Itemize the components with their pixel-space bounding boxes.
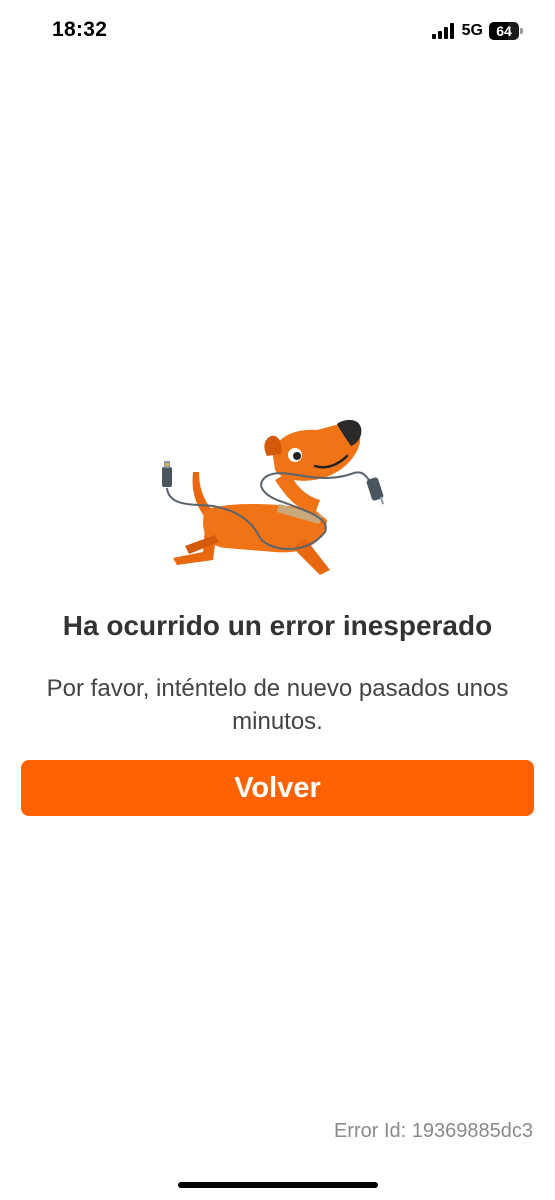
dog-with-cable-illustration — [162, 419, 385, 575]
battery-icon: 64 — [489, 22, 523, 40]
power-plug-icon — [366, 477, 385, 505]
status-time: 18:32 — [52, 18, 108, 41]
status-indicators: 5G 64 — [431, 20, 523, 42]
home-indicator[interactable] — [178, 1182, 378, 1188]
status-bar: 18:32 5G 64 — [0, 0, 555, 64]
usb-plug-icon — [162, 461, 172, 487]
error-title: Ha ocurrido un error inesperado — [62, 610, 493, 641]
error-message: Por favor, inténtelo de nuevo pasados un… — [46, 675, 509, 735]
error-id: Error Id: 19369885dc3 — [333, 1120, 533, 1142]
signal-icon — [431, 23, 454, 39]
back-button[interactable]: Volver — [21, 760, 534, 816]
network-label: 5G — [461, 22, 483, 39]
battery-percent: 64 — [496, 23, 512, 39]
battery-tip — [520, 28, 523, 34]
